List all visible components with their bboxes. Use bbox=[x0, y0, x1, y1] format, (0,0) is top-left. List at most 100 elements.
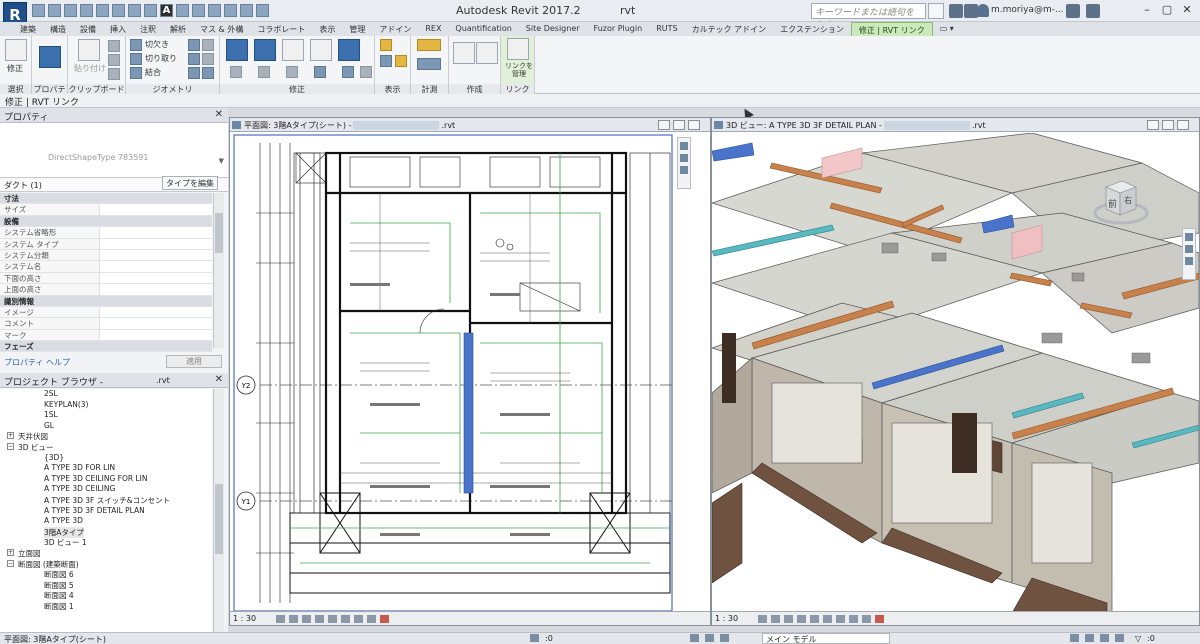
select-by-face-icon[interactable] bbox=[1100, 634, 1109, 642]
property-group[interactable]: フェーズ bbox=[0, 341, 212, 353]
viewcube-front-label[interactable]: 前 bbox=[1108, 197, 1117, 210]
modify-button[interactable]: 修正 bbox=[7, 63, 23, 74]
create-assembly-icon[interactable] bbox=[453, 42, 475, 64]
measure-tool-icon[interactable] bbox=[417, 39, 441, 51]
section-icon[interactable] bbox=[192, 4, 205, 17]
browser-tree-item[interactable]: + 立面図 bbox=[0, 548, 212, 559]
tab-1[interactable]: 構造 bbox=[43, 22, 73, 36]
drag-elements-icon[interactable] bbox=[1115, 634, 1124, 642]
properties-scroll-thumb[interactable] bbox=[215, 213, 223, 253]
select-links-icon[interactable] bbox=[720, 634, 729, 642]
3d-zoom-icon[interactable] bbox=[1185, 245, 1193, 253]
close-button[interactable]: ✕ bbox=[1178, 3, 1196, 18]
tab-7[interactable]: コラボレート bbox=[250, 22, 312, 36]
3d-close-button[interactable] bbox=[1177, 120, 1189, 130]
browser-tree-item[interactable]: 断面図 5 bbox=[0, 580, 212, 591]
property-value[interactable] bbox=[100, 261, 212, 272]
tab-6[interactable]: マス & 外構 bbox=[193, 22, 250, 36]
3d-navigation-bar[interactable] bbox=[1182, 228, 1196, 280]
tab-11[interactable]: REX bbox=[418, 22, 448, 36]
type-dropdown-icon[interactable]: ▼ bbox=[219, 157, 224, 165]
plan-minimize-button[interactable] bbox=[658, 120, 670, 130]
exchange-apps-icon[interactable] bbox=[1066, 4, 1080, 18]
tab-9[interactable]: 管理 bbox=[342, 22, 372, 36]
expand-icon[interactable]: + bbox=[7, 548, 14, 556]
design-options-icon[interactable] bbox=[690, 634, 699, 642]
browser-tree-item[interactable]: − 断面図 (建築断面) bbox=[0, 559, 212, 570]
tab-0[interactable]: 建築 bbox=[0, 22, 43, 36]
tab-4[interactable]: 注釈 bbox=[133, 22, 163, 36]
plan-restore-button[interactable] bbox=[673, 120, 685, 130]
workset-icon[interactable] bbox=[530, 634, 539, 642]
plan-close-button[interactable] bbox=[688, 120, 700, 130]
plan-blue-duct[interactable] bbox=[463, 332, 474, 494]
cope-icon[interactable] bbox=[130, 39, 142, 51]
plan-drawing-area[interactable]: Y2 Y1 bbox=[230, 133, 710, 611]
join-button[interactable]: 結合 bbox=[145, 67, 161, 78]
align-icon[interactable] bbox=[226, 39, 248, 61]
3d-render-icon[interactable] bbox=[810, 615, 819, 623]
3d-analytical-icon[interactable] bbox=[875, 615, 884, 623]
property-value[interactable] bbox=[100, 306, 212, 318]
3d-shadows-icon[interactable] bbox=[797, 615, 806, 623]
browser-tree-item[interactable]: 1SL bbox=[0, 410, 212, 421]
browser-tree-item[interactable]: −3D ビュー bbox=[0, 442, 212, 453]
3d-visual-style-icon[interactable] bbox=[771, 615, 780, 623]
property-value[interactable] bbox=[100, 238, 212, 249]
dimension-icon[interactable] bbox=[144, 4, 157, 17]
property-value[interactable] bbox=[100, 329, 212, 341]
property-group[interactable]: 識別情報 bbox=[0, 295, 212, 307]
browser-tree-item[interactable]: + 天井伏図 bbox=[0, 431, 212, 442]
properties-close-icon[interactable]: ✕ bbox=[215, 109, 223, 120]
cut-button[interactable]: 切り取り bbox=[145, 53, 177, 64]
manage-links-button[interactable]: リンクを管理 bbox=[505, 62, 533, 78]
paste-button[interactable]: 貼り付け bbox=[74, 63, 106, 74]
override-graphics-icon[interactable] bbox=[380, 55, 392, 67]
thin-lines-icon[interactable] bbox=[208, 4, 221, 17]
maximize-button[interactable]: ▢ bbox=[1158, 3, 1176, 18]
select-pinned-icon[interactable] bbox=[1085, 634, 1094, 642]
project-browser-scroll-thumb[interactable] bbox=[215, 484, 223, 554]
browser-tree-item[interactable]: 断面図 1 bbox=[0, 601, 212, 612]
copy-icon[interactable] bbox=[108, 40, 120, 52]
switch-windows-icon[interactable] bbox=[240, 4, 253, 17]
hide-element-icon[interactable] bbox=[395, 55, 407, 67]
browser-tree-item[interactable]: A TYPE 3D CEILING bbox=[0, 484, 212, 495]
3d-restore-button[interactable] bbox=[1162, 120, 1174, 130]
zoom-icon[interactable] bbox=[680, 154, 688, 162]
mirror-axis-icon[interactable] bbox=[282, 39, 304, 61]
delete-icon[interactable] bbox=[360, 66, 372, 78]
property-value[interactable] bbox=[100, 318, 212, 329]
property-value[interactable] bbox=[100, 227, 212, 238]
viewcube[interactable]: 前 右 bbox=[1092, 173, 1150, 231]
property-value[interactable] bbox=[100, 204, 212, 215]
paint-icon[interactable] bbox=[188, 53, 200, 65]
lightbulb-icon[interactable] bbox=[380, 39, 392, 51]
create-group-icon[interactable] bbox=[476, 42, 498, 64]
3d-reveal-hidden-icon[interactable] bbox=[862, 615, 871, 623]
browser-tree-item[interactable]: A TYPE 3D CEILING FOR LIN bbox=[0, 474, 212, 485]
browser-tree-item[interactable]: A TYPE 3D bbox=[0, 516, 212, 527]
print-icon[interactable] bbox=[112, 4, 125, 17]
wall-joins-icon[interactable] bbox=[188, 39, 200, 51]
plan-scale[interactable]: 1 : 30 bbox=[233, 614, 256, 623]
3d-detail-level-icon[interactable] bbox=[758, 615, 767, 623]
sun-path-icon[interactable] bbox=[302, 615, 311, 623]
manage-links-icon[interactable] bbox=[507, 38, 529, 60]
collapse-icon[interactable]: − bbox=[7, 442, 14, 450]
browser-tree-item[interactable]: 3階Aタイプ bbox=[0, 526, 212, 538]
browser-tree-item[interactable]: A TYPE 3D FOR LIN bbox=[0, 463, 212, 474]
3d-sun-path-icon[interactable] bbox=[784, 615, 793, 623]
tab-10[interactable]: アドイン bbox=[372, 22, 418, 36]
close-hidden-icon[interactable] bbox=[224, 4, 237, 17]
collapse-icon[interactable]: − bbox=[7, 559, 14, 567]
user-icon[interactable] bbox=[977, 4, 989, 17]
active-model-select[interactable]: メイン モデル bbox=[762, 633, 890, 644]
split-face-icon[interactable] bbox=[202, 39, 214, 51]
show-crop-icon[interactable] bbox=[341, 615, 350, 623]
paste-icon[interactable] bbox=[78, 39, 100, 61]
customize-qat-icon[interactable] bbox=[256, 4, 269, 17]
text-icon[interactable]: A bbox=[160, 4, 173, 17]
browser-tree-item[interactable]: {3D} bbox=[0, 453, 212, 464]
aligned-dimension-icon[interactable] bbox=[417, 58, 441, 70]
